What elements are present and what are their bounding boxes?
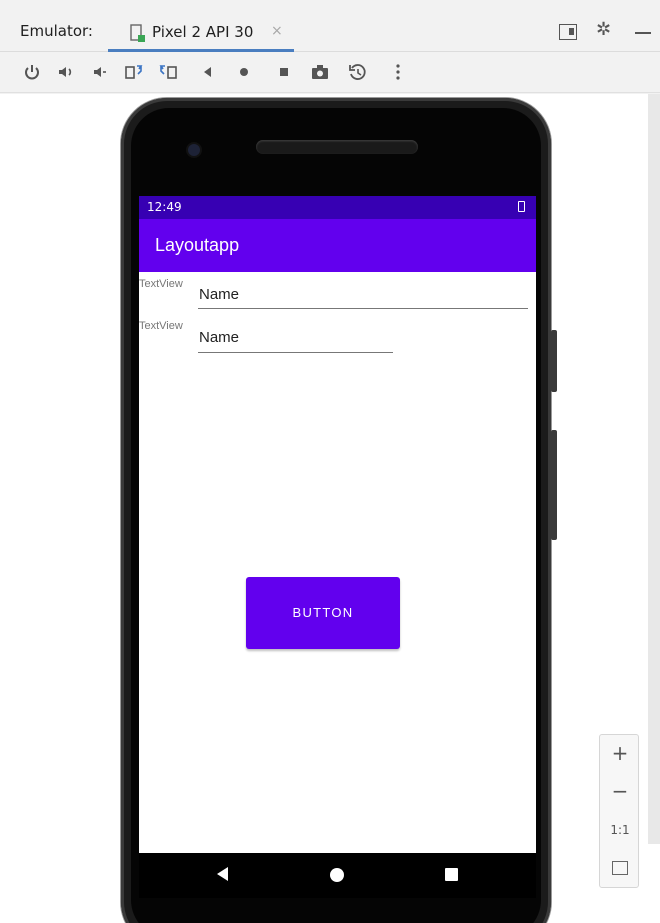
vertical-scrollbar[interactable]	[648, 94, 660, 844]
nav-back-icon[interactable]	[217, 867, 228, 881]
window-mode-icon[interactable]	[559, 24, 577, 40]
status-bar: 12:49	[139, 196, 536, 219]
emulator-label: Emulator:	[20, 22, 93, 40]
rotate-left-icon[interactable]	[122, 60, 146, 84]
device-icon	[130, 24, 146, 44]
volume-down-icon[interactable]	[88, 60, 112, 84]
earpiece-speaker	[256, 140, 418, 154]
tab-title: Pixel 2 API 30	[152, 23, 254, 41]
navigation-bar	[139, 853, 536, 898]
battery-icon	[518, 201, 525, 212]
tab-close-icon[interactable]: ×	[271, 23, 283, 39]
textview-label: TextView	[139, 278, 183, 290]
front-camera	[188, 144, 200, 156]
zoom-in-button[interactable]: +	[600, 741, 640, 765]
nav-recents-icon[interactable]	[445, 868, 458, 881]
app-title: Layoutapp	[155, 235, 240, 255]
volume-up-icon[interactable]	[54, 60, 78, 84]
rotate-right-icon[interactable]	[156, 60, 180, 84]
status-time: 12:49	[147, 200, 182, 214]
fit-screen-icon[interactable]	[612, 861, 628, 875]
nav-home-icon[interactable]	[330, 868, 344, 882]
name-input-underline	[198, 308, 528, 309]
home-icon[interactable]	[232, 60, 256, 84]
device-screen[interactable]: 12:49 Layoutapp TextView Name TextView N…	[139, 196, 536, 853]
volume-side-button	[551, 430, 557, 540]
overview-icon[interactable]	[272, 60, 296, 84]
snapshot-icon[interactable]	[346, 60, 370, 84]
tab-active-indicator	[108, 49, 294, 52]
name-input[interactable]: Name	[199, 286, 239, 303]
main-button[interactable]: BUTTON	[246, 577, 400, 649]
zoom-actual-size-button[interactable]: 1:1	[600, 823, 640, 837]
textview-label: TextView	[139, 320, 183, 332]
emulator-tab-bar: Emulator: Pixel 2 API 30 × ✲	[0, 0, 660, 52]
name-input[interactable]: Name	[199, 329, 239, 346]
emulator-window: Emulator: Pixel 2 API 30 × ✲ 12:49 Layou…	[0, 0, 660, 923]
zoom-out-button[interactable]: −	[600, 779, 640, 803]
zoom-controls: + − 1:1	[599, 734, 639, 888]
power-icon[interactable]	[20, 60, 44, 84]
name-input-underline	[198, 352, 393, 353]
back-icon[interactable]	[196, 60, 220, 84]
tab-pixel-2-api-30[interactable]: Pixel 2 API 30 ×	[108, 14, 294, 52]
minimize-icon[interactable]	[635, 32, 651, 34]
app-bar: Layoutapp	[139, 219, 536, 272]
emulator-toolbar	[0, 53, 660, 93]
power-side-button	[551, 330, 557, 392]
gear-icon[interactable]: ✲	[596, 19, 611, 41]
more-icon[interactable]	[386, 60, 410, 84]
screenshot-icon[interactable]	[308, 60, 332, 84]
